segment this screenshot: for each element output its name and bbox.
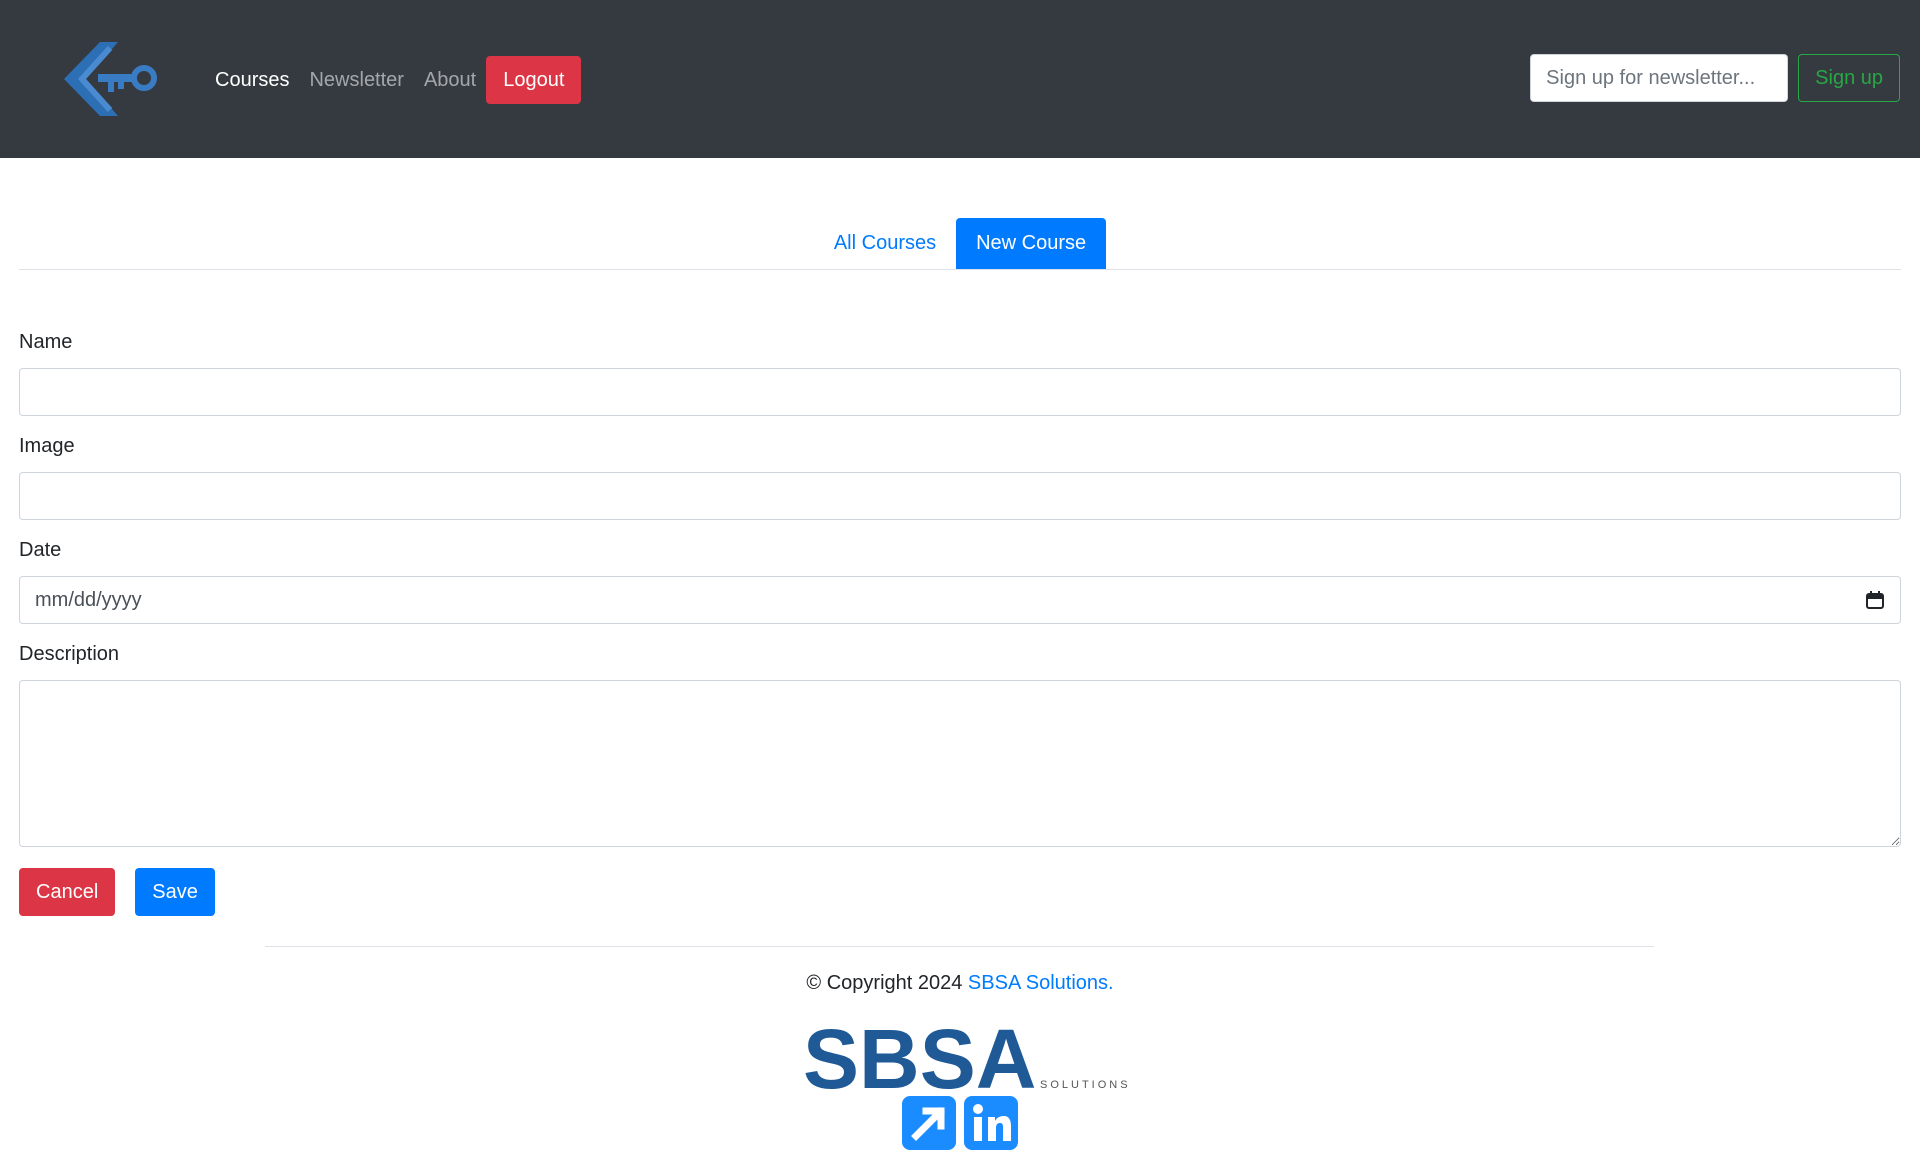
social-links bbox=[902, 1096, 1026, 1150]
sbsa-solutions-logo: SBSA SOLUTIONS bbox=[803, 1016, 1131, 1096]
save-button[interactable]: Save bbox=[135, 868, 215, 916]
form-actions: Cancel Save bbox=[19, 868, 1901, 916]
logout-button[interactable]: Logout bbox=[486, 56, 582, 104]
signup-button[interactable]: Sign up bbox=[1798, 54, 1900, 102]
new-course-form: Name Image Date mm/dd/yyyy Description C… bbox=[19, 330, 1901, 916]
name-input[interactable] bbox=[19, 368, 1901, 416]
name-label: Name bbox=[19, 331, 73, 353]
course-tabs: All Courses New Course bbox=[19, 218, 1901, 270]
sbsa-logo-text: SBSA bbox=[803, 1016, 1036, 1096]
copyright-text: © Copyright 2024 bbox=[806, 972, 968, 994]
nav-newsletter-link[interactable]: Newsletter bbox=[309, 54, 403, 106]
tab-all-courses[interactable]: All Courses bbox=[814, 218, 956, 269]
newsletter-email-input[interactable] bbox=[1530, 54, 1789, 102]
footer-divider bbox=[265, 946, 1654, 947]
linkedin-icon[interactable] bbox=[964, 1096, 1018, 1150]
date-placeholder: mm/dd/yyyy bbox=[35, 588, 142, 611]
external-link-icon[interactable] bbox=[902, 1096, 956, 1150]
company-link[interactable]: SBSA Solutions. bbox=[968, 972, 1114, 994]
calendar-icon[interactable] bbox=[1866, 591, 1884, 609]
nav-about-link[interactable]: About bbox=[424, 54, 476, 106]
image-input[interactable] bbox=[19, 472, 1901, 520]
date-label: Date bbox=[19, 539, 62, 561]
sbsa-logo-subtext: SOLUTIONS bbox=[1040, 1079, 1131, 1091]
cancel-button[interactable]: Cancel bbox=[19, 868, 116, 916]
copyright: © Copyright 2024 SBSA Solutions. bbox=[0, 972, 1920, 995]
date-input[interactable]: mm/dd/yyyy bbox=[19, 576, 1901, 624]
navbar: Courses Newsletter About Logout Sign up bbox=[0, 0, 1920, 158]
description-textarea[interactable] bbox=[19, 680, 1901, 847]
nav-links: Courses Newsletter About Logout bbox=[215, 54, 582, 106]
nav-courses-link[interactable]: Courses bbox=[215, 54, 289, 106]
image-label: Image bbox=[19, 435, 75, 457]
newsletter-form: Sign up bbox=[1530, 54, 1900, 102]
brand-logo-icon[interactable] bbox=[62, 40, 166, 118]
description-label: Description bbox=[19, 643, 120, 665]
tab-new-course[interactable]: New Course bbox=[956, 218, 1107, 269]
